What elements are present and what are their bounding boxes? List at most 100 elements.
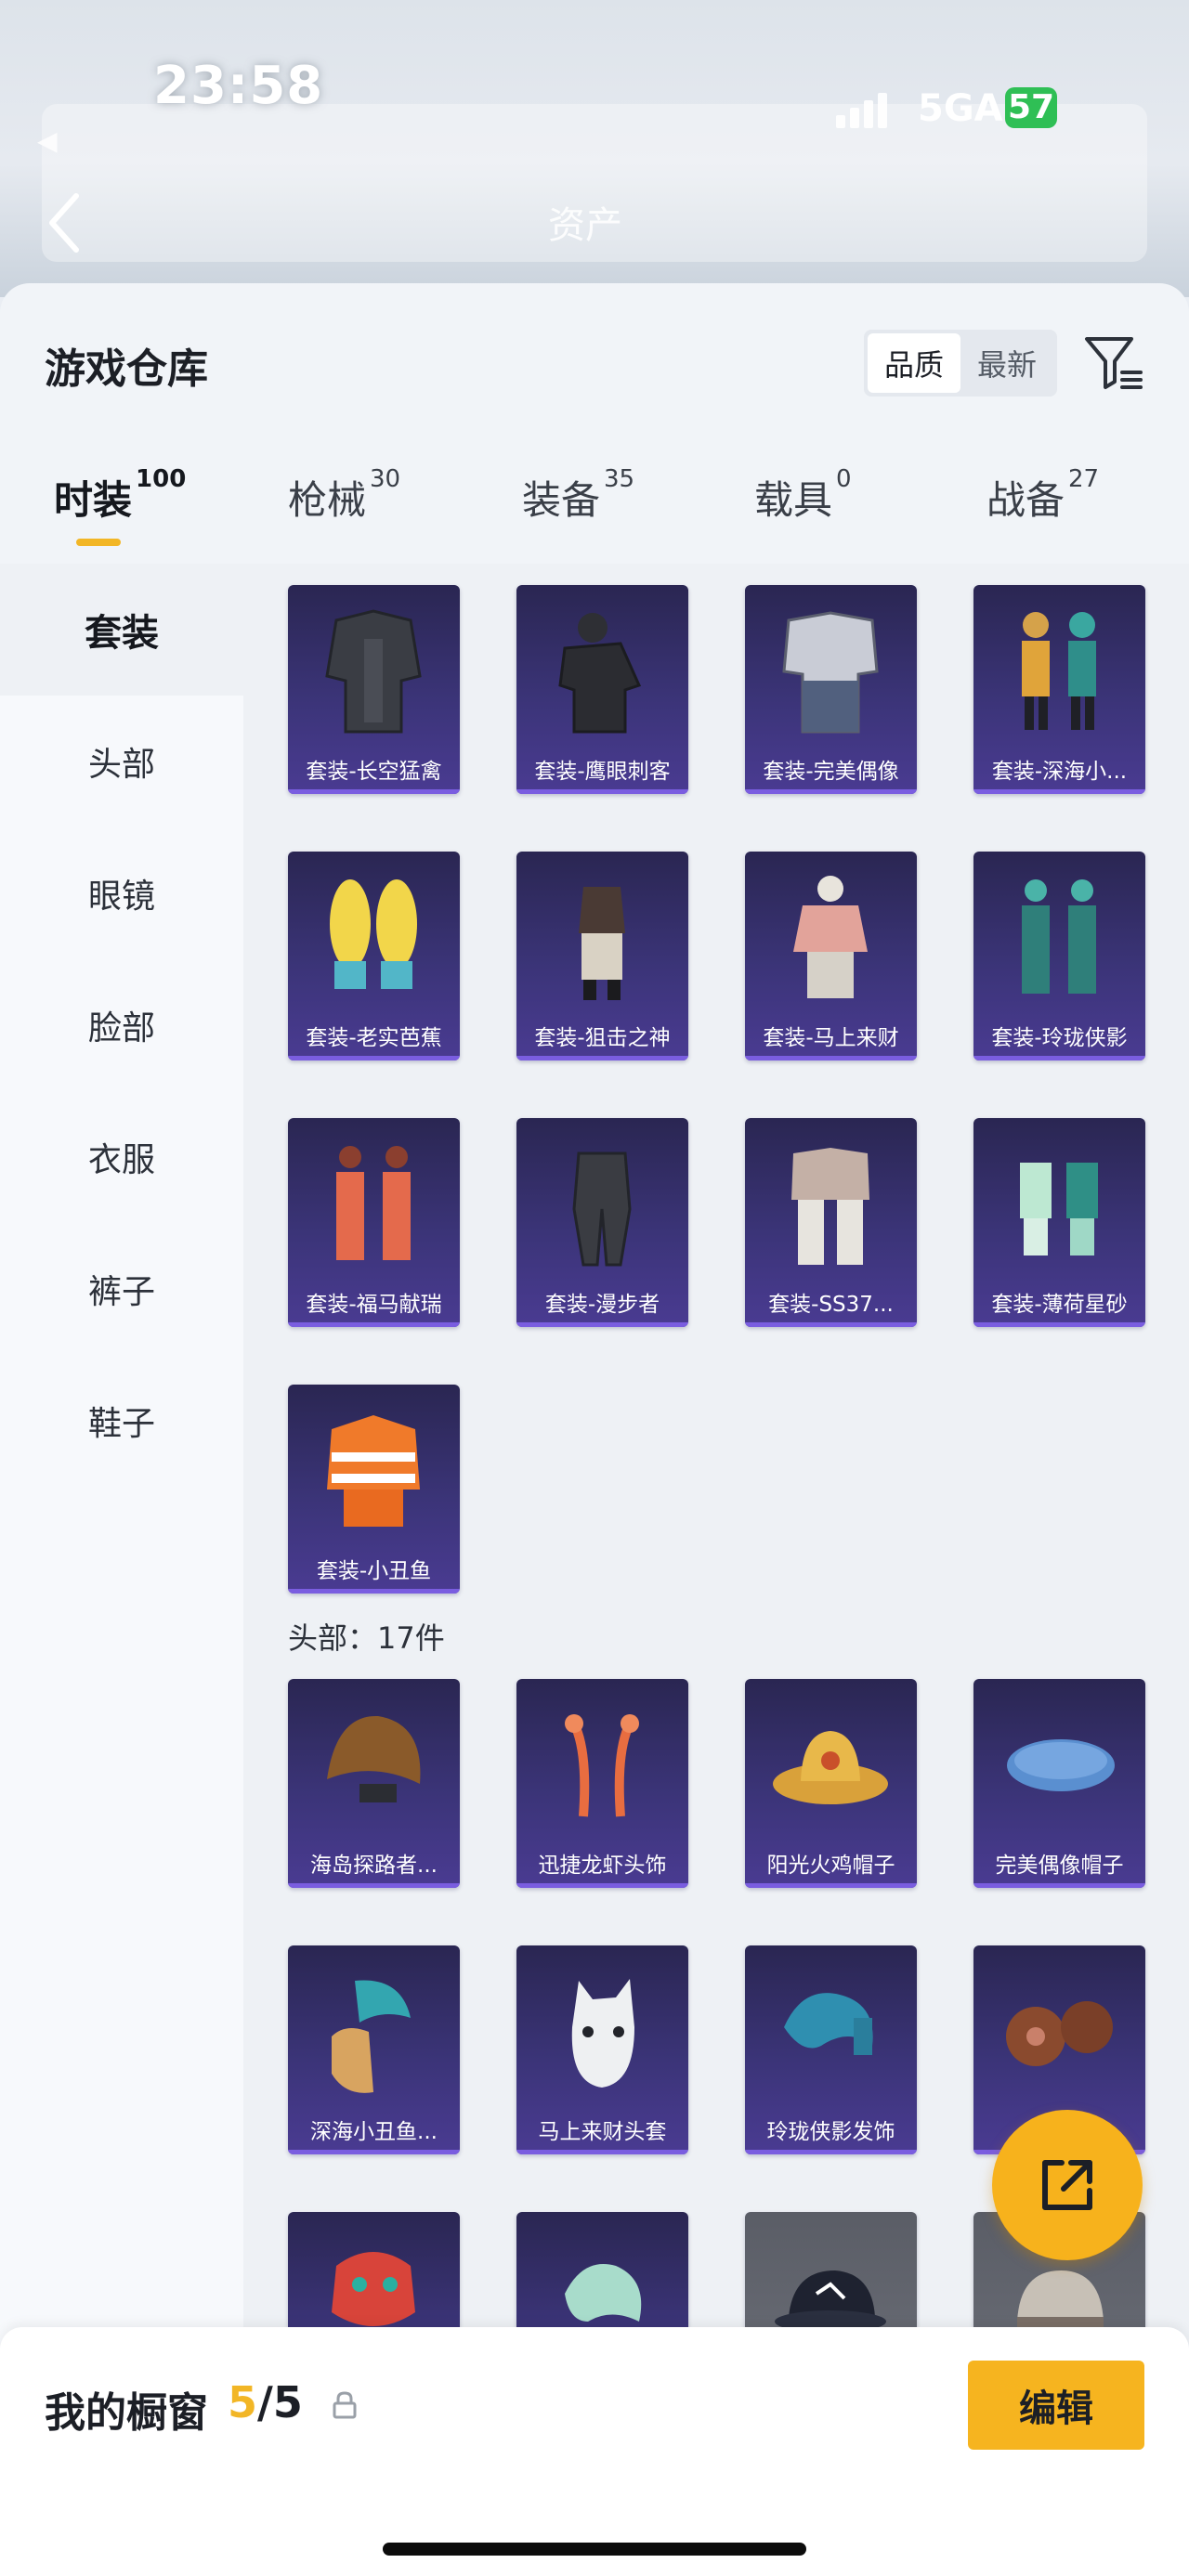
hair-icon <box>308 1962 438 2101</box>
outfit-icon <box>994 602 1124 741</box>
filter-button[interactable] <box>1081 330 1146 395</box>
item-name: 海岛探路者... <box>310 1854 438 1878</box>
hat-icon <box>765 1696 895 1835</box>
sort-option-newest[interactable]: 最新 <box>960 333 1053 393</box>
sidebar-item-pants[interactable]: 裤子 <box>0 1223 243 1355</box>
item-card[interactable]: 套装-玲珑侠影 <box>973 852 1145 1060</box>
item-card[interactable]: 套装-漫步者 <box>516 1118 688 1327</box>
item-card[interactable]: 阳光火鸡帽子 <box>745 1679 917 1888</box>
battery-icon: 57 <box>1005 87 1057 128</box>
item-name: 完美偶像帽子 <box>995 1854 1124 1878</box>
tab-count: 0 <box>836 465 852 493</box>
outfit-icon <box>994 1135 1124 1274</box>
tab-combat-gear[interactable]: 战备 27 <box>986 465 1099 526</box>
tab-label: 枪械 <box>288 477 367 523</box>
status-bar: 23:58 ◀ 5GA 57 <box>0 28 1189 156</box>
item-card[interactable]: 套装-马上来财 <box>745 852 917 1060</box>
pig-headgear-icon <box>994 1962 1124 2101</box>
outfit-icon <box>765 602 895 741</box>
item-card[interactable]: 套装-SS37... <box>745 1118 917 1327</box>
filter-icon <box>1085 337 1143 389</box>
item-card[interactable]: 马上来财头套 <box>516 1945 688 2154</box>
item-name: 迅捷龙虾头饰 <box>538 1854 667 1878</box>
network-label: 5GA <box>918 87 1003 130</box>
item-card[interactable]: 完美偶像帽子 <box>973 1679 1145 1888</box>
hair-accessory-icon <box>765 1962 895 2101</box>
item-card[interactable]: 深海小丑鱼... <box>288 1945 460 2154</box>
showcase-count: 5/5 <box>228 2377 303 2427</box>
share-button[interactable] <box>992 2110 1143 2260</box>
tab-equipment[interactable]: 装备 35 <box>522 465 634 526</box>
tab-weapons[interactable]: 枪械 30 <box>288 465 400 526</box>
item-name: 套装-长空猛禽 <box>306 760 442 784</box>
edit-button[interactable]: 编辑 <box>968 2361 1144 2450</box>
headpiece-icon <box>537 1696 667 1835</box>
outfit-icon <box>537 602 667 741</box>
category-tabs: 时装 100 枪械 30 装备 35 载具 0 战备 27 <box>0 450 1189 553</box>
item-card[interactable]: 套装-狙击之神 <box>516 852 688 1060</box>
tab-label: 战备 <box>986 477 1065 523</box>
outfit-icon <box>308 602 438 741</box>
outfit-icon <box>994 868 1124 1008</box>
sidebar-item-clothes[interactable]: 衣服 <box>0 1091 243 1223</box>
item-name: 套装-福马献瑞 <box>306 1293 442 1317</box>
item-name: 套装-漫步者 <box>544 1293 660 1317</box>
sidebar-item-shoes[interactable]: 鞋子 <box>0 1355 243 1487</box>
back-button[interactable] <box>45 190 82 255</box>
item-name: 深海小丑鱼... <box>310 2120 438 2144</box>
item-card[interactable]: 海岛探路者... <box>288 1679 460 1888</box>
status-time: 23:58 <box>153 56 324 116</box>
outfit-icon <box>765 1135 895 1274</box>
showcase-total: /5 <box>257 2377 303 2427</box>
item-card[interactable]: 套装-完美偶像 <box>745 585 917 794</box>
item-name: 套装-薄荷星砂 <box>991 1293 1128 1317</box>
app-header-background: 23:58 ◀ 5GA 57 资产 <box>0 0 1189 297</box>
section-label: 头部： <box>288 1620 378 1656</box>
outfit-icon <box>537 1135 667 1274</box>
sort-toggle: 品质 最新 <box>864 330 1057 397</box>
active-tab-indicator <box>76 539 121 546</box>
beret-icon <box>994 1696 1124 1835</box>
sidebar-item-glasses[interactable]: 眼镜 <box>0 827 243 959</box>
share-icon <box>1042 2160 1092 2210</box>
item-card[interactable]: 迅捷龙虾头饰 <box>516 1679 688 1888</box>
sidebar-item-head[interactable]: 头部 <box>0 696 243 827</box>
item-card[interactable]: 玲珑侠影发饰 <box>745 1945 917 2154</box>
item-name: 套装-鹰眼刺客 <box>534 760 671 784</box>
section-count: 17件 <box>377 1620 445 1656</box>
outfit-icon <box>537 868 667 1008</box>
status-back-indicator: ◀ <box>37 125 58 156</box>
item-name: 套装-小丑鱼 <box>316 1559 432 1583</box>
outfit-icon <box>308 1401 438 1541</box>
outfit-icon <box>765 868 895 1008</box>
tab-label: 时装 <box>54 477 133 523</box>
item-card[interactable]: 套装-鹰眼刺客 <box>516 585 688 794</box>
item-card[interactable]: 套装-深海小... <box>973 585 1145 794</box>
tab-count: 27 <box>1068 465 1100 493</box>
item-card[interactable]: 套装-老实芭蕉 <box>288 852 460 1060</box>
item-name: 玲珑侠影发饰 <box>766 2120 895 2144</box>
tab-fashion[interactable]: 时装 100 <box>54 465 186 526</box>
item-name: 阳光火鸡帽子 <box>766 1854 895 1878</box>
tab-count: 100 <box>136 465 187 493</box>
sidebar-item-face[interactable]: 脸部 <box>0 959 243 1091</box>
tab-vehicles[interactable]: 载具 0 <box>754 465 852 526</box>
signal-icon <box>836 91 888 128</box>
category-sidebar: 套装 头部 眼镜 脸部 衣服 裤子 鞋子 <box>0 564 243 2576</box>
lock-icon <box>333 2391 357 2419</box>
item-card[interactable]: 套装-薄荷星砂 <box>973 1118 1145 1327</box>
sidebar-item-suit[interactable]: 套装 <box>0 564 243 696</box>
item-card[interactable]: 套装-小丑鱼 <box>288 1385 460 1594</box>
tab-count: 30 <box>370 465 401 493</box>
nav-title: 资产 <box>548 204 622 247</box>
outfit-icon <box>308 1135 438 1274</box>
sort-option-quality[interactable]: 品质 <box>868 333 960 393</box>
item-card[interactable]: 套装-福马献瑞 <box>288 1118 460 1327</box>
showcase-bar: 我的橱窗 5/5 编辑 <box>0 2327 1189 2576</box>
item-name: 套装-完美偶像 <box>763 760 899 784</box>
item-card[interactable]: 套装-长空猛禽 <box>288 585 460 794</box>
tab-label: 装备 <box>522 477 601 523</box>
warehouse-sheet: 游戏仓库 品质 最新 时装 100 枪械 30 装备 35 载具 0 战备 27 套装 <box>0 283 1189 2576</box>
horse-mask-icon <box>537 1962 667 2101</box>
outfit-icon <box>308 868 438 1008</box>
